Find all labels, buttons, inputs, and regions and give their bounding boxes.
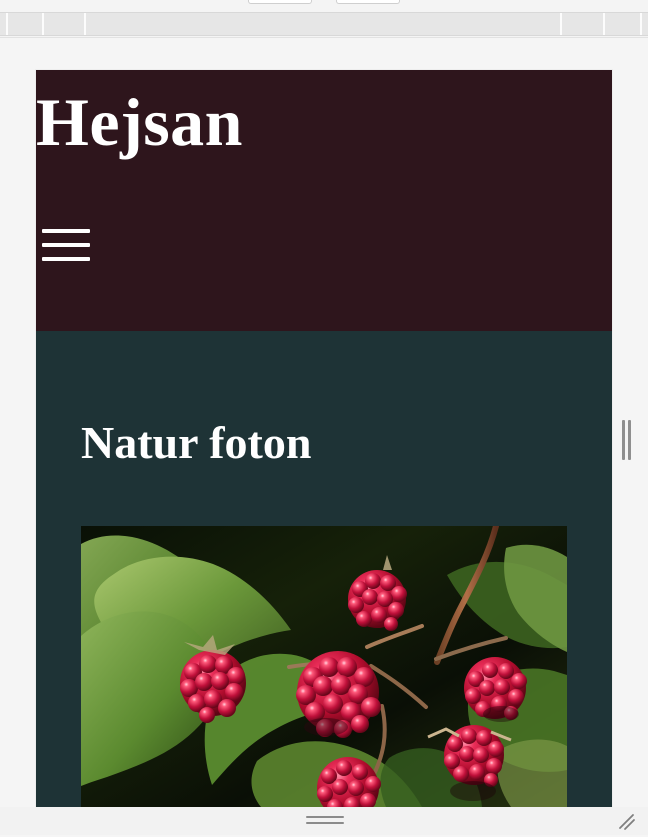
menu-line [42,229,90,233]
responsive-viewport: Hejsan Natur foton [36,70,612,807]
hamburger-menu-icon[interactable] [42,229,90,263]
grip-line-left [622,420,625,460]
top-right-toolbar-handle[interactable] [336,0,400,4]
nature-photo [81,526,567,807]
viewport-ruler [0,12,648,36]
vertical-grip-icon[interactable] [622,420,632,460]
ruler-tick [640,13,642,35]
berry-photo-illustration [81,526,567,807]
ruler-tick [603,13,605,35]
horizontal-grip-icon[interactable] [306,816,344,826]
top-left-toolbar-handle[interactable] [248,0,312,4]
ruler-tick [6,13,8,35]
site-title: Hejsan [36,84,243,160]
section-title: Natur foton [81,417,312,468]
menu-line [42,257,90,261]
main-content: Natur foton [36,331,612,807]
corner-resize-glyph [619,814,635,830]
site-header: Hejsan [36,70,612,331]
grip-line-top [306,816,344,818]
ruler-tick [560,13,562,35]
ruler-tick [84,13,86,35]
ruler-tick [42,13,44,35]
corner-resize-icon[interactable] [617,812,637,832]
devtools-toolbar [0,0,648,38]
grip-line-right [628,420,631,460]
menu-line [42,243,90,247]
grip-line-bottom [306,822,344,824]
